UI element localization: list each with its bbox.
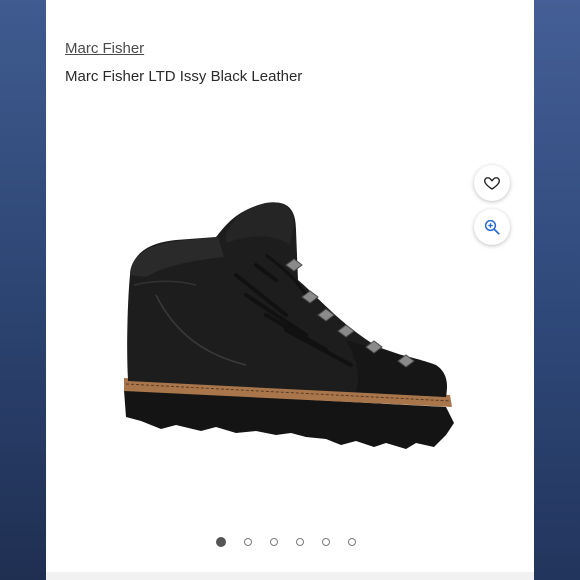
product-card: Marc Fisher Marc Fisher LTD Issy Black L… (46, 0, 534, 580)
pagination-dot-4[interactable] (296, 538, 304, 546)
zoom-button[interactable] (474, 209, 510, 245)
product-image[interactable] (116, 185, 466, 460)
pagination-dot-1[interactable] (216, 537, 226, 547)
pagination-dot-2[interactable] (244, 538, 252, 546)
card-bottom-divider (46, 572, 534, 580)
boot-illustration (124, 202, 454, 449)
image-pagination (216, 537, 356, 547)
wishlist-button[interactable] (474, 165, 510, 201)
heart-icon (484, 177, 500, 190)
background-right (534, 0, 580, 580)
background-left (0, 0, 46, 580)
pagination-dot-6[interactable] (348, 538, 356, 546)
pagination-dot-3[interactable] (270, 538, 278, 546)
product-title: Marc Fisher LTD Issy Black Leather (65, 68, 303, 85)
brand-link[interactable]: Marc Fisher (65, 40, 144, 57)
zoom-in-icon (484, 219, 500, 235)
pagination-dot-5[interactable] (322, 538, 330, 546)
